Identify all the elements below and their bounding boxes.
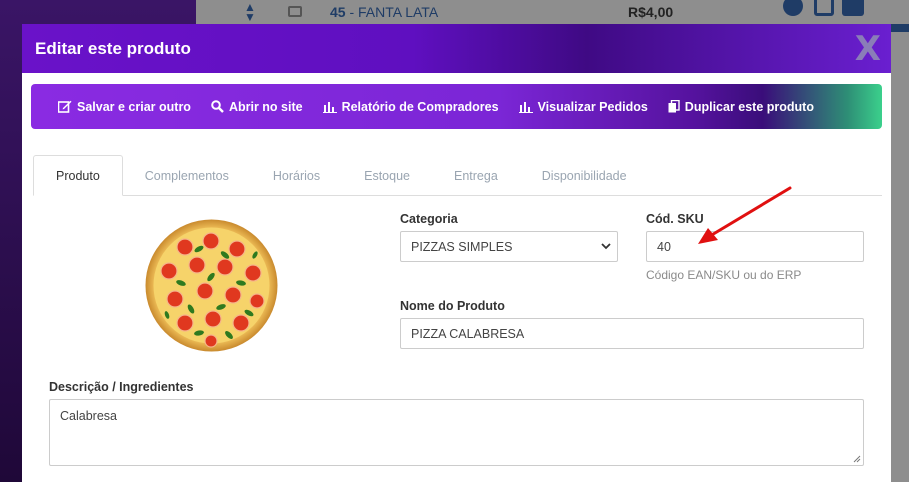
image-icon xyxy=(288,6,302,17)
tab-produto[interactable]: Produto xyxy=(33,155,123,196)
sku-help-text: Código EAN/SKU ou do ERP xyxy=(646,268,802,282)
tab-horarios[interactable]: Horários xyxy=(251,155,342,196)
toolbar-label: Salvar e criar outro xyxy=(77,99,191,114)
help-icon xyxy=(783,0,803,16)
background-product-name: 45 - FANTA LATA xyxy=(330,4,439,20)
product-tabs: Produto Complementos Horários Estoque En… xyxy=(33,155,882,196)
chevron-down-icon xyxy=(601,243,611,250)
view-orders-button[interactable]: Visualizar Pedidos xyxy=(518,99,648,114)
buyers-report-button[interactable]: Relatório de Compradores xyxy=(322,99,499,114)
toolbar-label: Relatório de Compradores xyxy=(341,99,499,114)
categoria-value: PIZZAS SIMPLES xyxy=(411,239,513,254)
background-edge xyxy=(891,24,909,482)
tab-estoque[interactable]: Estoque xyxy=(342,155,432,196)
modal-header: Editar este produto X xyxy=(22,24,891,73)
sort-arrows-icon: ▲ ▼ xyxy=(244,0,256,24)
action-toolbar: Salvar e criar outro Abrir no site Relat… xyxy=(31,84,882,129)
save-and-create-button[interactable]: Salvar e criar outro xyxy=(58,100,191,114)
product-name-input[interactable]: PIZZA CALABRESA xyxy=(400,318,864,349)
categoria-select[interactable]: PIZZAS SIMPLES xyxy=(400,231,618,262)
nome-label: Nome do Produto xyxy=(400,299,505,313)
product-name-value: PIZZA CALABRESA xyxy=(411,326,525,341)
tab-complementos[interactable]: Complementos xyxy=(123,155,251,196)
resize-handle-icon[interactable] xyxy=(853,455,861,463)
tab-disponibilidade[interactable]: Disponibilidade xyxy=(520,155,649,196)
sitemap-icon xyxy=(842,0,864,16)
copy-icon xyxy=(668,100,680,113)
background-product-row: ▲ ▼ 45 - FANTA LATA R$4,00 xyxy=(196,0,909,24)
description-textarea[interactable]: Calabresa xyxy=(49,399,864,466)
search-icon xyxy=(211,100,224,113)
modal-title: Editar este produto xyxy=(35,39,191,58)
descricao-label: Descrição / Ingredientes xyxy=(49,380,194,394)
sku-label: Cód. SKU xyxy=(646,212,704,226)
product-image[interactable] xyxy=(145,219,278,352)
background-product-price: R$4,00 xyxy=(628,4,674,20)
description-value: Calabresa xyxy=(60,409,117,423)
sku-input[interactable]: 40 xyxy=(646,231,864,262)
toolbar-label: Visualizar Pedidos xyxy=(537,99,648,114)
edit-product-modal: Editar este produto X Salvar e criar out… xyxy=(22,24,891,482)
tab-entrega[interactable]: Entrega xyxy=(432,155,520,196)
close-button[interactable]: X xyxy=(855,29,881,69)
duplicate-product-button[interactable]: Duplicar este produto xyxy=(668,100,814,114)
bar-chart-icon xyxy=(518,101,533,113)
open-on-site-button[interactable]: Abrir no site xyxy=(211,100,303,114)
categoria-label: Categoria xyxy=(400,212,458,226)
sku-value: 40 xyxy=(657,239,671,254)
edit-icon xyxy=(58,100,72,113)
bar-chart-icon xyxy=(322,101,337,113)
edit-icon xyxy=(814,0,834,16)
toolbar-label: Abrir no site xyxy=(228,99,303,114)
toolbar-label: Duplicar este produto xyxy=(684,99,814,114)
